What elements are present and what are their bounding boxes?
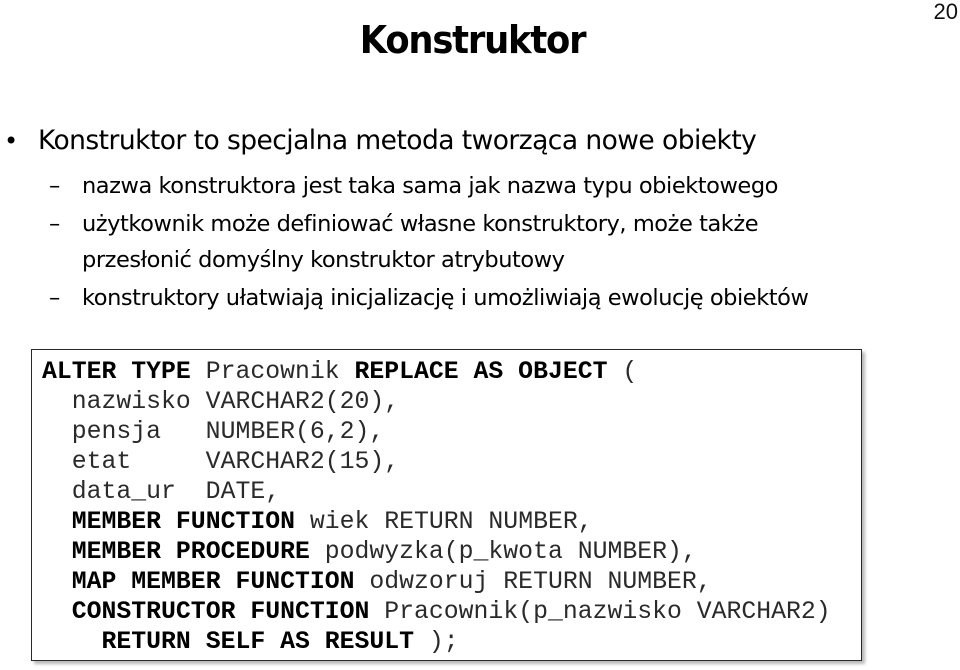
dash-icon: –	[49, 211, 60, 237]
code-text: data_ur DATE,	[42, 478, 281, 506]
code-text: (	[607, 358, 638, 386]
code-line: RETURN SELF AS RESULT );	[42, 627, 831, 657]
code-line: MEMBER FUNCTION wiek RETURN NUMBER,	[42, 507, 831, 537]
code-text: wiek RETURN NUMBER,	[294, 508, 593, 536]
code-keyword: CONSTRUCTOR FUNCTION	[71, 598, 370, 626]
sub-bullet-text-continued: przesłonić domyślny konstruktor atrybuto…	[82, 247, 565, 273]
code-line: MAP MEMBER FUNCTION odwzoruj RETURN NUMB…	[42, 567, 831, 597]
code-line: ALTER TYPE Pracownik REPLACE AS OBJECT (	[42, 357, 831, 387]
sub-bullet-text: konstruktory ułatwiają inicjalizację i u…	[82, 285, 809, 311]
code-lines: ALTER TYPE Pracownik REPLACE AS OBJECT (…	[42, 357, 831, 657]
code-text: pensja NUMBER(6,2),	[42, 418, 385, 446]
code-keyword: REPLACE AS OBJECT	[354, 358, 608, 386]
dash-icon: –	[49, 173, 60, 199]
sub-bullet: – nazwa konstruktora jest taka sama jak …	[0, 168, 940, 204]
code-line: nazwisko VARCHAR2(20),	[42, 387, 831, 417]
code-text: nazwisko VARCHAR2(20),	[42, 388, 400, 416]
code-text: Pracownik(p_nazwisko VARCHAR2)	[369, 598, 831, 626]
code-text: podwyzka(p_kwota NUMBER),	[309, 538, 697, 566]
sub-bullet: – konstruktory ułatwiają inicjalizację i…	[0, 280, 940, 316]
bullet-dot-icon: •	[4, 127, 18, 155]
code-text: etat VARCHAR2(15),	[42, 448, 400, 476]
code-line: MEMBER PROCEDURE podwyzka(p_kwota NUMBER…	[42, 537, 831, 567]
page-number: 20	[933, 0, 958, 24]
code-line: etat VARCHAR2(15),	[42, 447, 831, 477]
code-text: odwzoruj RETURN NUMBER,	[354, 568, 712, 596]
bullet-text: Konstruktor to specjalna metoda tworząca…	[38, 125, 757, 156]
sub-bullet: – użytkownik może definiować własne kons…	[0, 206, 940, 278]
code-text: Pracownik	[190, 358, 355, 386]
code-keyword: MEMBER FUNCTION	[71, 508, 295, 536]
code-keyword: MEMBER PROCEDURE	[71, 538, 310, 566]
sub-bullet-text: nazwa konstruktora jest taka sama jak na…	[82, 173, 778, 199]
code-keyword: MAP MEMBER FUNCTION	[71, 568, 355, 596]
code-text: );	[414, 628, 459, 656]
code-keyword: RETURN SELF AS RESULT	[101, 628, 415, 656]
bullet-main: • Konstruktor to specjalna metoda tworzą…	[0, 121, 940, 161]
code-line: CONSTRUCTOR FUNCTION Pracownik(p_nazwisk…	[42, 597, 831, 627]
code-line: pensja NUMBER(6,2),	[42, 417, 831, 447]
code-keyword: ALTER TYPE	[42, 358, 191, 386]
slide-title: Konstruktor	[359, 18, 587, 62]
bullet-list: • Konstruktor to specjalna metoda tworzą…	[0, 121, 940, 316]
code-block: ALTER TYPE Pracownik REPLACE AS OBJECT (…	[31, 349, 862, 661]
dash-icon: –	[49, 285, 60, 311]
sub-bullet-text: użytkownik może definiować własne konstr…	[82, 211, 759, 237]
code-line: data_ur DATE,	[42, 477, 831, 507]
